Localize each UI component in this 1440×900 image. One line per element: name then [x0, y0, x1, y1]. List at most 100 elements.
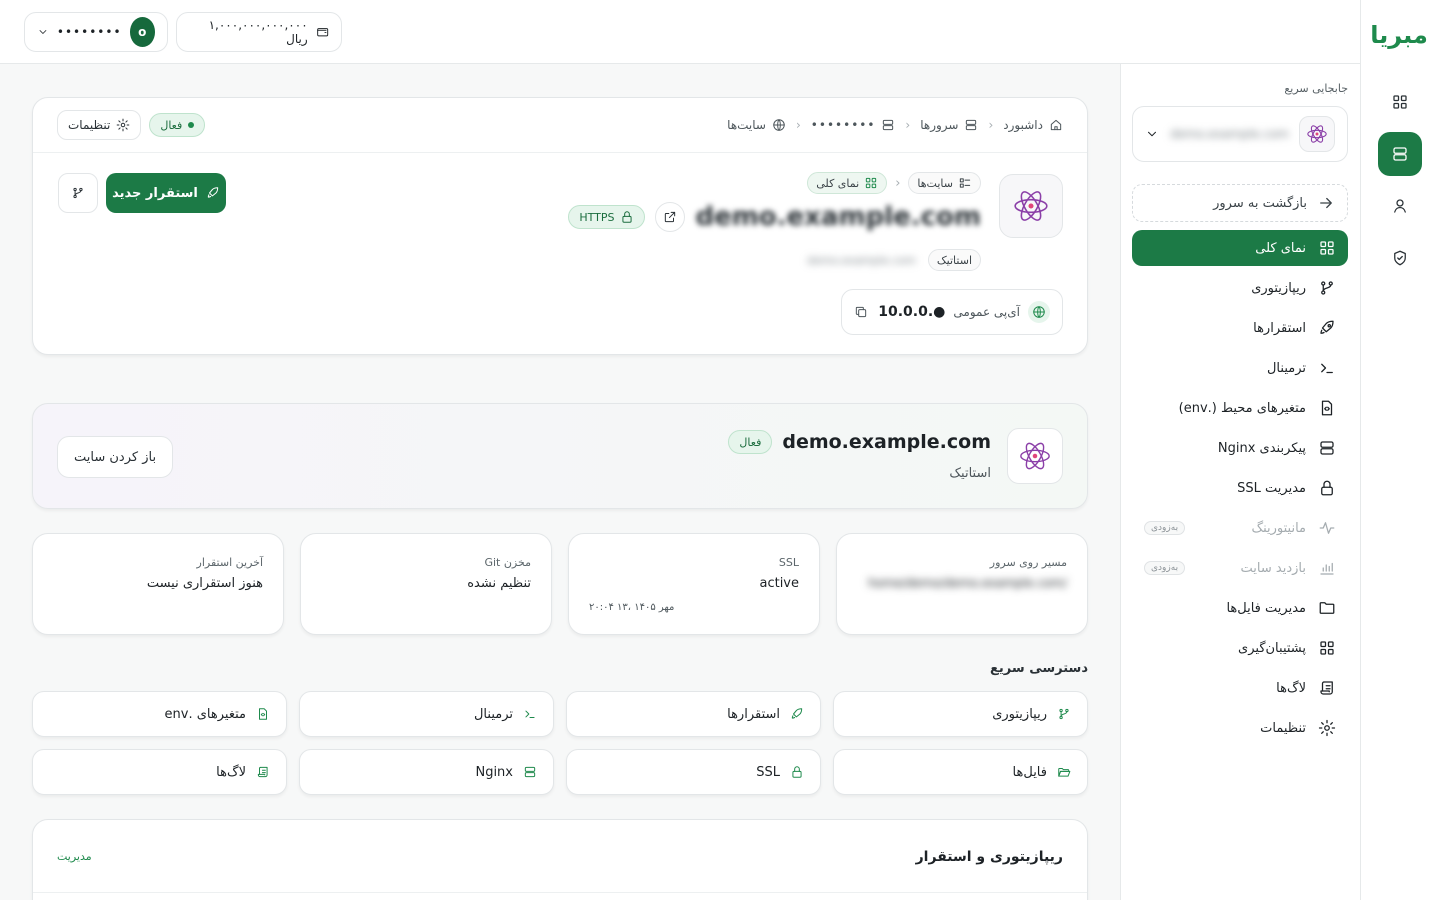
sidebar-item-label: متغیرهای محیط (.env) — [1178, 400, 1306, 416]
status-badge: فعال — [728, 430, 773, 454]
server-icon — [524, 766, 536, 778]
breadcrumb-label: سرورها — [920, 118, 959, 132]
sidebar-item-backups[interactable]: پشتیبان‌گیری — [1132, 630, 1348, 666]
quick-link-ssl[interactable]: SSL — [566, 749, 821, 795]
stat-value: هنوز استقراری نیست — [146, 576, 263, 591]
back-to-server-button[interactable]: بازگشت به سرور — [1132, 184, 1348, 222]
sidebar-item-env[interactable]: متغیرهای محیط (.env) — [1132, 390, 1348, 426]
git-branch-icon — [1321, 281, 1333, 295]
sidebar-item-ssl[interactable]: مدیریت SSL — [1132, 470, 1348, 506]
site-banner: demo.example.com فعال استاتیک باز کردن س… — [32, 403, 1088, 509]
copy-ip-button[interactable] — [854, 305, 868, 319]
sidebar-item-repository[interactable]: ریپازیتوری — [1132, 270, 1348, 306]
home-icon — [1050, 119, 1062, 131]
site-meta-row: استاتیک demo.example.com — [807, 249, 981, 271]
banner-type: استاتیک — [949, 466, 991, 481]
open-external-button[interactable] — [655, 202, 686, 232]
breadcrumb-dashboard[interactable]: داشبورد — [1003, 118, 1063, 132]
react-icon — [1307, 125, 1327, 143]
banner-domain: demo.example.com — [782, 431, 991, 453]
terminal-icon — [1321, 363, 1333, 374]
sidebar-item-monitoring: مانیتورینگ به‌زودی — [1132, 510, 1348, 546]
arrow-right-icon — [1320, 197, 1332, 209]
sidebar-item-nginx[interactable]: پیکربندی Nginx — [1132, 430, 1348, 466]
sidebar-item-label: استقرارها — [1253, 320, 1306, 336]
breadcrumb-sites[interactable]: سایت‌ها — [727, 118, 786, 132]
breadcrumb-label: سایت‌ها — [727, 118, 766, 132]
lock-icon — [1321, 480, 1333, 496]
folder-icon — [1319, 602, 1335, 614]
user-icon — [1394, 199, 1406, 213]
sidebar-item-terminal[interactable]: ترمینال — [1132, 350, 1348, 386]
quick-link-nginx[interactable]: Nginx — [299, 749, 554, 795]
stat-last-deploy: آخرین استقرار هنوز استقراری نیست — [32, 533, 284, 635]
chevron-left-icon: ‹ — [795, 118, 801, 132]
chip-label: نمای کلی — [816, 176, 860, 190]
globe-icon — [1028, 301, 1050, 323]
rail-security-button[interactable] — [1378, 236, 1422, 280]
wallet-pill[interactable]: ۱,۰۰۰,۰۰۰,۰۰۰,۰۰۰ ریال — [176, 12, 342, 52]
breadcrumb-servers[interactable]: سرورها — [920, 118, 978, 132]
sidebar-item-files[interactable]: مدیریت فایل‌ها — [1132, 590, 1348, 626]
rail-account-button[interactable] — [1378, 184, 1422, 228]
chevron-down-icon — [39, 30, 47, 34]
rail-dashboard-button[interactable] — [1378, 80, 1422, 124]
back-to-server-label: بازگشت به سرور — [1213, 195, 1307, 211]
chip-label: سایت‌ها — [917, 176, 953, 190]
breadcrumb-server[interactable]: •••••••• — [811, 118, 896, 132]
quick-link-env[interactable]: متغیرهای .env — [32, 691, 287, 737]
bar-chart-icon — [1320, 562, 1334, 575]
quick-switch-label: جابجایی سریع — [1284, 82, 1348, 95]
sidebar-item-settings[interactable]: تنظیمات — [1132, 710, 1348, 746]
branch-button[interactable] — [58, 173, 98, 213]
terminal-icon — [525, 710, 535, 718]
sidebar-item-logs[interactable]: لاگ‌ها — [1132, 670, 1348, 706]
brand-logo[interactable]: مبریا — [1368, 22, 1430, 48]
chip-overview[interactable]: نمای کلی — [807, 172, 888, 194]
user-menu[interactable]: o •••••••• — [24, 12, 168, 52]
site-avatar — [1299, 116, 1335, 152]
folder-open-icon — [1058, 768, 1071, 777]
quick-link-deployments[interactable]: استقرارها — [566, 691, 821, 737]
sidebar-item-overview[interactable]: نمای کلی — [1132, 230, 1348, 266]
lock-icon — [622, 211, 633, 223]
quick-link-files[interactable]: فایل‌ها — [833, 749, 1088, 795]
sidebar-item-label: پیکربندی Nginx — [1217, 440, 1306, 456]
breadcrumb-label: داشبورد — [1003, 118, 1043, 132]
env-file-icon — [1321, 400, 1333, 416]
sub-breadcrumb: سایت‌ها ‹ نمای کلی — [807, 172, 981, 194]
stat-git: مخزن Git تنظیم نشده — [300, 533, 552, 635]
server-icon — [1320, 441, 1334, 455]
sidebar-item-label: مدیریت SSL — [1237, 480, 1306, 496]
rail-servers-button[interactable] — [1378, 132, 1422, 176]
new-deploy-button[interactable]: استقرار جدید — [106, 173, 226, 213]
chevron-left-icon: ‹ — [905, 118, 911, 132]
settings-button[interactable]: تنظیمات — [57, 110, 142, 140]
quick-link-label: ریپازیتوری — [992, 706, 1047, 722]
site-type-chip: استاتیک — [927, 249, 981, 271]
quick-link-label: لاگ‌ها — [216, 764, 246, 780]
quick-link-label: فایل‌ها — [1012, 764, 1047, 780]
quick-switch-select[interactable]: demo.example.com — [1132, 106, 1348, 162]
server-icon — [966, 119, 977, 131]
env-file-icon — [259, 708, 267, 720]
server-icon — [883, 119, 894, 131]
site-header-card: داشبورد ‹ سرورها ‹ •••••••• ‹ سایت‌ها فع… — [32, 97, 1088, 355]
quick-link-terminal[interactable]: ترمینال — [299, 691, 554, 737]
stat-label: مسیر روی سرور — [989, 556, 1067, 569]
repo-manage-link[interactable]: مدیریت — [57, 850, 92, 863]
quick-link-logs[interactable]: لاگ‌ها — [32, 749, 287, 795]
divider — [33, 892, 1087, 893]
coming-soon-badge: به‌زودی — [1144, 521, 1186, 535]
sidebar-item-deployments[interactable]: استقرارها — [1132, 310, 1348, 346]
site-avatar — [1007, 428, 1063, 484]
https-label: HTTPS — [579, 210, 615, 224]
gear-icon — [1318, 719, 1336, 737]
quick-access-title: دسترسی سریع — [990, 661, 1088, 676]
quick-link-repository[interactable]: ریپازیتوری — [833, 691, 1088, 737]
chip-sites[interactable]: سایت‌ها — [908, 172, 981, 194]
coming-soon-badge: به‌زودی — [1144, 561, 1186, 575]
stat-value: /home/demo/demo.example.com — [868, 576, 1067, 590]
open-site-button[interactable]: باز کردن سایت — [57, 436, 174, 478]
copy-icon — [855, 306, 867, 318]
